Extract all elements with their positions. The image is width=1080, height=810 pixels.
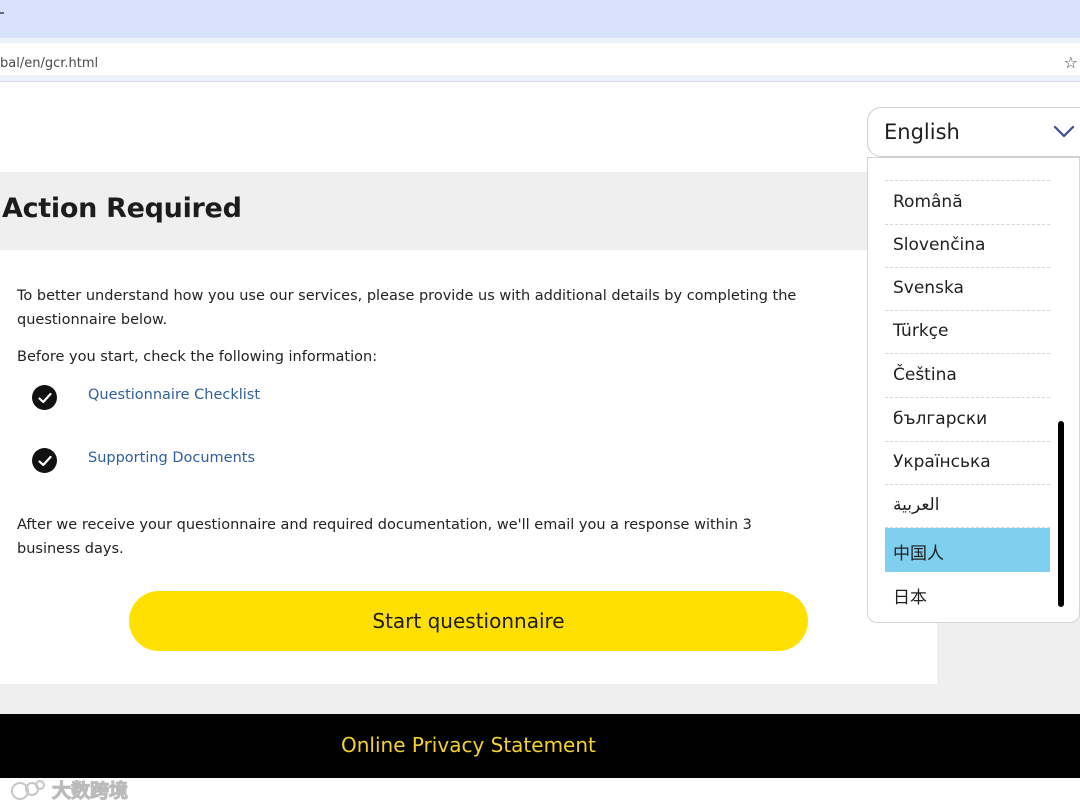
page-title: Action Required (2, 193, 242, 224)
checklist-item: Supporting Documents (32, 448, 255, 473)
tab-edge (0, 12, 4, 14)
address-bar-url[interactable]: bal/en/gcr.html (0, 56, 98, 71)
watermark-logo-icon (11, 779, 45, 800)
language-option-highlighted[interactable]: 中国人 (885, 528, 1050, 572)
language-option[interactable]: Українська (885, 441, 1050, 485)
online-privacy-statement-link[interactable]: Online Privacy Statement (341, 733, 596, 757)
language-select[interactable]: English (867, 107, 1080, 157)
before-start-label: Before you start, check the following in… (17, 349, 378, 365)
language-option[interactable]: 日本 (885, 572, 1050, 616)
supporting-documents-link[interactable]: Supporting Documents (88, 450, 255, 466)
questionnaire-checklist-link[interactable]: Questionnaire Checklist (88, 387, 260, 403)
dropdown-scrollbar-thumb[interactable] (1058, 421, 1064, 607)
chevron-down-icon[interactable] (1052, 122, 1076, 142)
start-questionnaire-button[interactable]: Start questionnaire (129, 591, 808, 651)
watermark-text: 大数跨境 (51, 780, 129, 803)
watermark: 大数跨境 (10, 776, 129, 803)
checklist-item: Questionnaire Checklist (32, 385, 260, 410)
language-dropdown-list[interactable]: Română Slovenčina Svenska Türkçe Čeština… (867, 157, 1080, 623)
address-bar[interactable]: bal/en/gcr.html ☆ (0, 43, 1080, 75)
bookmark-star-icon[interactable]: ☆ (1064, 55, 1078, 71)
language-option[interactable]: български (885, 398, 1050, 442)
intro-text: To better understand how you use our ser… (17, 288, 797, 328)
browser-tab-strip (0, 0, 1080, 38)
checkmark-icon (32, 448, 57, 473)
language-select-value[interactable]: English (884, 120, 960, 144)
language-option[interactable]: العربية (885, 484, 1050, 528)
browser-toolbar: bal/en/gcr.html ☆ (0, 38, 1080, 82)
language-option[interactable]: Română (885, 181, 1050, 225)
language-option[interactable]: Türkçe (885, 310, 1050, 354)
language-option[interactable]: Slovenčina (885, 224, 1050, 268)
checkmark-icon (32, 385, 57, 410)
language-option[interactable]: Čeština (885, 354, 1050, 398)
response-time-text: After we receive your questionnaire and … (17, 517, 752, 557)
language-option[interactable]: Svenska (885, 267, 1050, 311)
